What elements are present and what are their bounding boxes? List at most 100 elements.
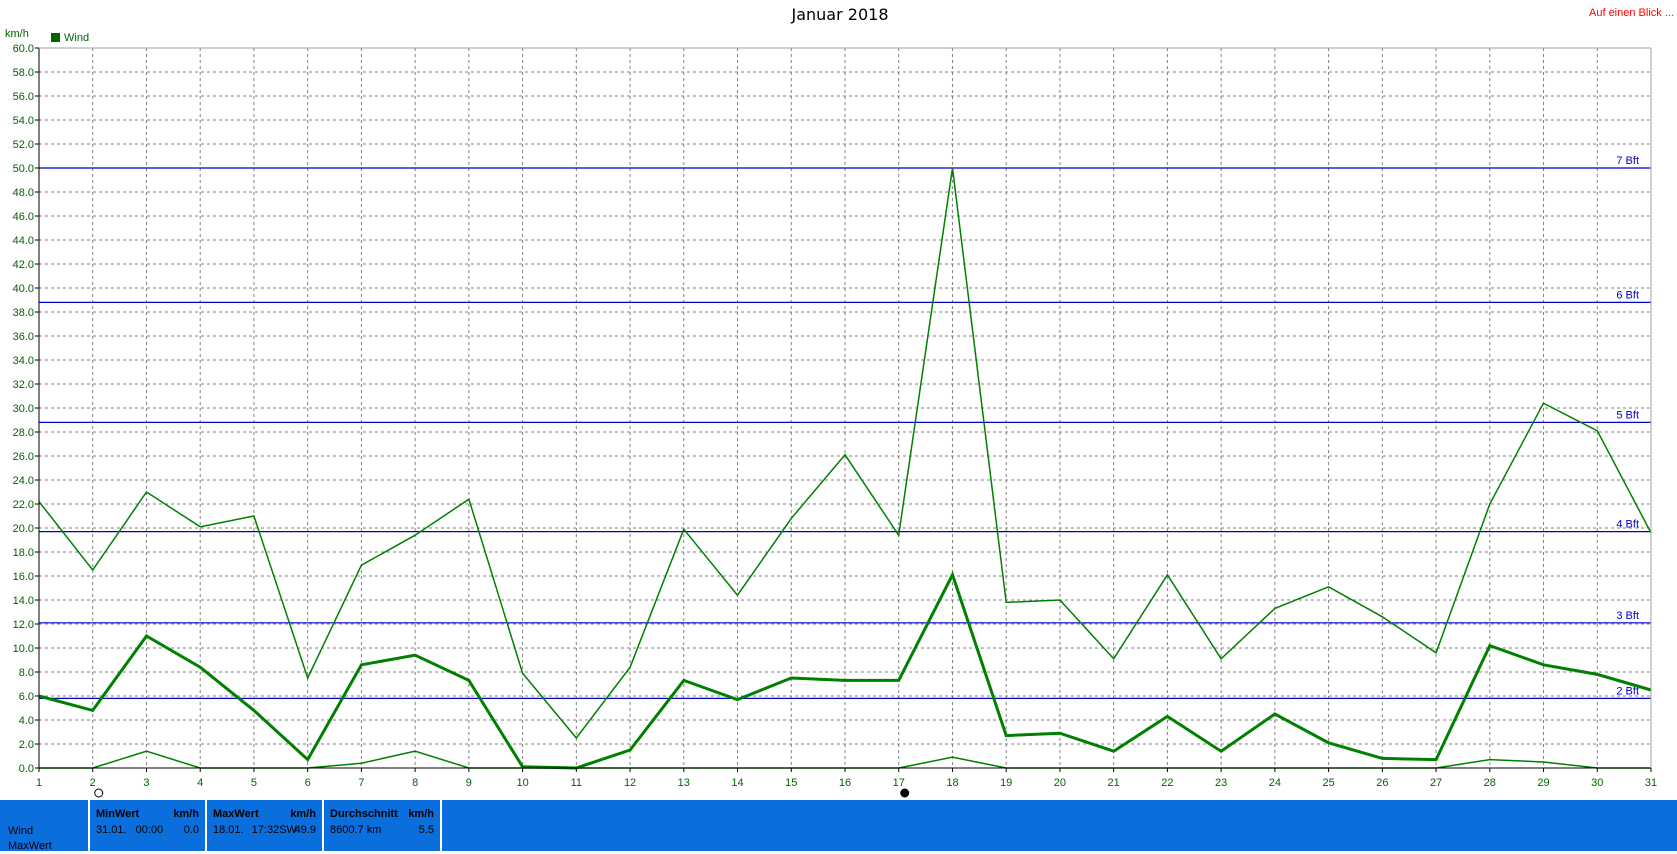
x-tick-label: 17 <box>893 777 905 789</box>
stats-cell-min: MinWert km/h 31.01. 00:00 0.0 <box>88 800 205 851</box>
x-tick-label: 31 <box>1645 777 1657 789</box>
x-tick-label: 15 <box>785 777 797 789</box>
bft-label: 2 Bft <box>1616 685 1639 697</box>
min-date: 31.01. <box>96 824 127 836</box>
x-tick-label: 10 <box>516 777 528 789</box>
y-tick-label: 38.0 <box>13 307 34 319</box>
x-tick-label: 25 <box>1322 777 1334 789</box>
stats-cell-max: MaxWert km/h 18.01. 17:32SW 49.9 <box>205 800 322 851</box>
x-tick-label: 5 <box>251 777 257 789</box>
x-tick-label: 6 <box>305 777 311 789</box>
x-tick-label: 23 <box>1215 777 1227 789</box>
max-time: 17:32 <box>251 824 280 836</box>
min-value: 0.0 <box>183 824 199 836</box>
max-unit: km/h <box>290 808 316 820</box>
x-tick-label: 22 <box>1161 777 1173 789</box>
y-tick-label: 8.0 <box>19 667 34 679</box>
bft-label: 6 Bft <box>1616 289 1639 301</box>
x-tick-label: 8 <box>412 777 418 789</box>
x-tick-label: 13 <box>678 777 690 789</box>
x-tick-label: 1 <box>36 777 42 789</box>
bft-label: 4 Bft <box>1616 519 1639 531</box>
bft-label: 5 Bft <box>1616 409 1639 421</box>
x-tick-label: 11 <box>571 777 582 789</box>
y-tick-label: 4.0 <box>19 715 34 727</box>
x-tick-label: 2 <box>90 777 96 789</box>
x-tick-label: 24 <box>1269 777 1281 789</box>
y-tick-label: 52.0 <box>13 139 34 151</box>
x-tick-label: 20 <box>1054 777 1066 789</box>
min-header: MinWert <box>96 808 140 820</box>
y-axis-unit: km/h <box>5 28 29 40</box>
y-tick-label: 14.0 <box>13 595 34 607</box>
x-tick-label: 19 <box>1000 777 1012 789</box>
y-axis-ticks: 0.0 2.0 4.0 6.0 8.0 10.0 12.0 14.0 16.0 18.0 20.0 2… <box>13 43 39 775</box>
x-tick-label: 16 <box>839 777 851 789</box>
x-tick-label: 9 <box>466 777 472 789</box>
legend-swatch <box>51 33 60 42</box>
x-tick-label: 30 <box>1591 777 1603 789</box>
y-tick-label: 12.0 <box>13 619 34 631</box>
x-tick-label: 7 <box>358 777 364 789</box>
chart-title: Januar 2018 <box>791 5 889 24</box>
y-tick-label: 58.0 <box>13 67 34 79</box>
y-tick-label: 2.0 <box>19 739 34 751</box>
y-tick-label: 0.0 <box>19 763 34 775</box>
wind-chart: 2 Bft 3 Bft 4 Bft 5 Bft 6 Bft 7 Bft 0.0 2.0 4.0… <box>5 5 1674 798</box>
avg-distance: 8600.7 km <box>330 824 382 836</box>
bft-label: 3 Bft <box>1616 610 1639 622</box>
y-tick-label: 48.0 <box>13 187 34 199</box>
x-tick-label: 3 <box>143 777 149 789</box>
min-time: 00:00 <box>135 824 164 836</box>
stats-cell-avg: Durchschnitt km/h 8600.7 km 5.5 <box>322 800 442 851</box>
x-axis-ticks: 1 2 3 4 5 6 7 8 9 10 11 12 13 14 15 16 17 18 19 20 21 22 23 24 2… <box>36 768 1657 789</box>
stats-row-labels: Wind MaxWert <box>8 824 52 854</box>
avg-unit: km/h <box>408 808 434 820</box>
x-tick-label: 26 <box>1376 777 1388 789</box>
avg-value: 5.5 <box>418 824 434 836</box>
y-tick-label: 50.0 <box>13 163 34 175</box>
y-tick-label: 24.0 <box>13 475 34 487</box>
y-tick-label: 10.0 <box>13 643 34 655</box>
y-tick-label: 60.0 <box>13 43 34 55</box>
bft-label: 7 Bft <box>1616 155 1639 167</box>
y-tick-label: 34.0 <box>13 355 34 367</box>
y-tick-label: 32.0 <box>13 379 34 391</box>
y-tick-label: 20.0 <box>13 523 34 535</box>
y-tick-label: 28.0 <box>13 427 34 439</box>
x-tick-label: 14 <box>731 777 743 789</box>
y-tick-label: 56.0 <box>13 91 34 103</box>
avg-header: Durchschnitt <box>330 808 398 820</box>
y-tick-label: 36.0 <box>13 331 34 343</box>
stats-row-wind: Wind <box>8 825 34 837</box>
x-tick-label: 29 <box>1537 777 1549 789</box>
x-tick-label: 28 <box>1484 777 1496 789</box>
new-moon-icon <box>900 788 910 798</box>
y-tick-label: 22.0 <box>13 499 34 511</box>
x-tick-label: 12 <box>624 777 636 789</box>
y-tick-label: 44.0 <box>13 235 34 247</box>
legend-label: Wind <box>64 32 89 44</box>
max-value: 49.9 <box>294 824 316 836</box>
stats-row-maxwert: MaxWert <box>8 840 52 852</box>
y-tick-label: 54.0 <box>13 115 34 127</box>
y-tick-label: 46.0 <box>13 211 34 223</box>
chart-grid <box>38 47 1652 769</box>
max-date: 18.01. <box>213 824 244 836</box>
y-tick-label: 30.0 <box>13 403 34 415</box>
x-tick-label: 4 <box>197 777 203 789</box>
y-tick-label: 16.0 <box>13 571 34 583</box>
x-tick-label: 18 <box>946 777 958 789</box>
full-moon-icon <box>94 788 104 798</box>
y-tick-label: 18.0 <box>13 547 34 559</box>
moon-phase-markers <box>94 788 910 798</box>
y-tick-label: 26.0 <box>13 451 34 463</box>
max-header: MaxWert <box>213 808 259 820</box>
y-tick-label: 6.0 <box>19 691 34 703</box>
min-unit: km/h <box>173 808 199 820</box>
x-tick-label: 21 <box>1108 777 1120 789</box>
overview-link[interactable]: Auf einen Blick ... <box>1589 7 1674 19</box>
stats-panel: Wind MaxWert MinWert km/h 31.01. 00:00 0.… <box>0 800 1677 854</box>
x-tick-label: 27 <box>1430 777 1442 789</box>
y-tick-label: 40.0 <box>13 283 34 295</box>
